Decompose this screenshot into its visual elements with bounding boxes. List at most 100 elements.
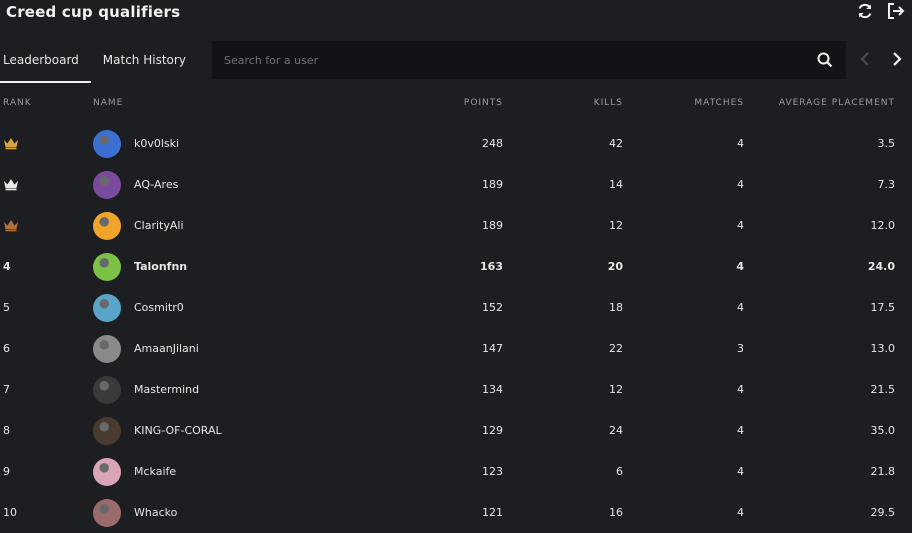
matches-value: 4 — [737, 219, 744, 232]
table-row[interactable]: 10 Whacko 121 16 4 29.5 — [0, 492, 912, 533]
tab-match-history[interactable]: Match History — [91, 41, 198, 83]
player-name[interactable]: Mckaife — [134, 451, 176, 492]
points-value: 121 — [482, 506, 503, 519]
player-name[interactable]: Mastermind — [134, 369, 199, 410]
matches-value: 4 — [737, 383, 744, 396]
rank-value: 9 — [3, 465, 10, 478]
avatar[interactable] — [93, 170, 121, 199]
tab-leaderboard[interactable]: Leaderboard — [0, 41, 91, 83]
refresh-icon[interactable] — [856, 2, 874, 20]
col-matches[interactable]: MATCHES — [694, 98, 744, 108]
col-rank[interactable]: RANK — [3, 98, 32, 108]
player-cell[interactable]: Cosmitr0 — [93, 287, 184, 328]
leaderboard-table: k0v0lski 248 42 4 3.5 AQ-Ares 189 14 4 7.3 Clarity… — [0, 123, 912, 533]
player-cell[interactable]: Whacko — [93, 492, 177, 533]
search-input[interactable] — [212, 52, 814, 68]
silver-crown-icon — [3, 164, 19, 205]
player-name[interactable]: Cosmitr0 — [134, 287, 184, 328]
table-row[interactable]: AQ-Ares 189 14 4 7.3 — [0, 164, 912, 205]
player-cell[interactable]: Talonfnn — [93, 246, 187, 287]
kills-value: 20 — [607, 260, 623, 273]
average-placement-value: 7.3 — [877, 178, 896, 191]
player-cell[interactable]: Mastermind — [93, 369, 199, 410]
kills-value: 14 — [609, 178, 623, 191]
rank-value: 4 — [3, 260, 11, 273]
matches-value: 4 — [736, 260, 744, 273]
avatar[interactable] — [93, 334, 121, 363]
avatar[interactable] — [93, 129, 121, 158]
points-value: 147 — [482, 342, 503, 355]
player-cell[interactable]: Mckaife — [93, 451, 176, 492]
player-cell[interactable]: k0v0lski — [93, 123, 179, 164]
tab-bar: Leaderboard Match History — [0, 41, 198, 83]
average-placement-value: 35.0 — [870, 424, 896, 437]
player-cell[interactable]: ClarityAli — [93, 205, 184, 246]
average-placement-value: 17.5 — [870, 301, 896, 314]
table-row[interactable]: ClarityAli 189 12 4 12.0 — [0, 205, 912, 246]
points-value: 189 — [482, 178, 503, 191]
search-icon[interactable] — [814, 49, 836, 71]
points-value: 134 — [482, 383, 503, 396]
matches-value: 4 — [737, 178, 744, 191]
player-cell[interactable]: KING-OF-CORAL — [93, 410, 222, 451]
player-name[interactable]: k0v0lski — [134, 123, 179, 164]
logout-icon[interactable] — [886, 2, 906, 20]
average-placement-value: 13.0 — [870, 342, 896, 355]
player-name[interactable]: AQ-Ares — [134, 164, 178, 205]
kills-value: 12 — [609, 219, 623, 232]
player-name[interactable]: Talonfnn — [134, 246, 187, 287]
kills-value: 22 — [609, 342, 623, 355]
avatar[interactable] — [93, 252, 121, 281]
avatar[interactable] — [93, 416, 121, 445]
kills-value: 18 — [609, 301, 623, 314]
pagination — [856, 48, 906, 70]
matches-value: 4 — [737, 137, 744, 150]
avatar[interactable] — [93, 498, 121, 527]
chevron-right-icon[interactable] — [888, 48, 906, 70]
player-name[interactable]: AmaanJilani — [134, 328, 199, 369]
points-value: 189 — [482, 219, 503, 232]
rank-value: 8 — [3, 424, 10, 437]
kills-value: 16 — [609, 506, 623, 519]
table-header: RANK NAME POINTS KILLS MATCHES AVERAGE P… — [0, 98, 912, 112]
chevron-left-icon[interactable] — [856, 48, 874, 70]
col-average-placement[interactable]: AVERAGE PLACEMENT — [779, 98, 895, 108]
avatar[interactable] — [93, 211, 121, 240]
average-placement-value: 3.5 — [877, 137, 896, 150]
player-name[interactable]: ClarityAli — [134, 205, 184, 246]
col-points[interactable]: POINTS — [464, 98, 503, 108]
matches-value: 4 — [737, 506, 744, 519]
gold-crown-icon — [3, 123, 19, 164]
table-row[interactable]: 9 Mckaife 123 6 4 21.8 — [0, 451, 912, 492]
rank-value: 10 — [3, 506, 17, 519]
rank-value: 5 — [3, 301, 10, 314]
matches-value: 4 — [737, 465, 744, 478]
average-placement-value: 12.0 — [870, 219, 896, 232]
player-cell[interactable]: AQ-Ares — [93, 164, 178, 205]
avatar[interactable] — [93, 375, 121, 404]
avatar[interactable] — [93, 293, 121, 322]
average-placement-value: 24.0 — [867, 260, 895, 273]
avatar[interactable] — [93, 457, 121, 486]
table-row[interactable]: 4 Talonfnn 163 20 4 24.0 — [0, 246, 912, 287]
table-row[interactable]: k0v0lski 248 42 4 3.5 — [0, 123, 912, 164]
table-row[interactable]: 6 AmaanJilani 147 22 3 13.0 — [0, 328, 912, 369]
table-row[interactable]: 8 KING-OF-CORAL 129 24 4 35.0 — [0, 410, 912, 451]
player-cell[interactable]: AmaanJilani — [93, 328, 199, 369]
col-kills[interactable]: KILLS — [594, 98, 623, 108]
matches-value: 3 — [737, 342, 744, 355]
points-value: 152 — [482, 301, 503, 314]
kills-value: 24 — [609, 424, 623, 437]
col-name[interactable]: NAME — [93, 98, 123, 108]
kills-value: 6 — [616, 465, 623, 478]
player-name[interactable]: Whacko — [134, 492, 177, 533]
matches-value: 4 — [737, 301, 744, 314]
rank-value: 6 — [3, 342, 10, 355]
bronze-crown-icon — [3, 205, 19, 246]
average-placement-value: 21.8 — [870, 465, 896, 478]
table-row[interactable]: 7 Mastermind 134 12 4 21.5 — [0, 369, 912, 410]
matches-value: 4 — [737, 424, 744, 437]
player-name[interactable]: KING-OF-CORAL — [134, 410, 222, 451]
table-row[interactable]: 5 Cosmitr0 152 18 4 17.5 — [0, 287, 912, 328]
kills-value: 12 — [609, 383, 623, 396]
